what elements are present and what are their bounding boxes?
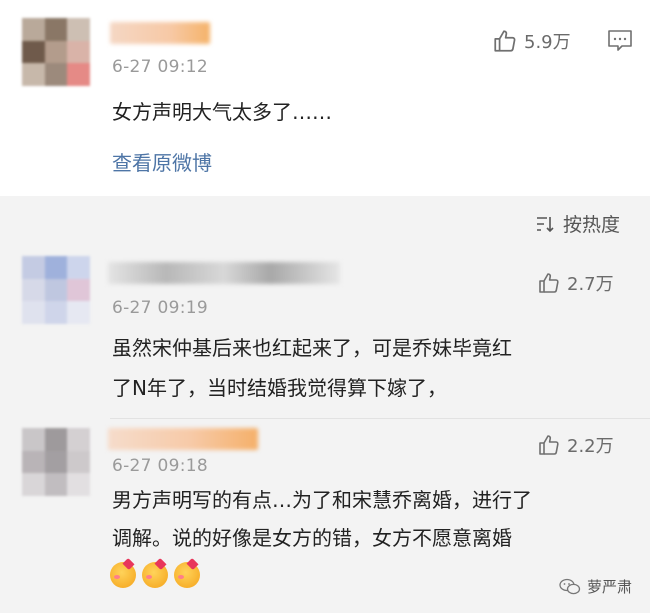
view-original-link[interactable]: 查看原微博 (112, 147, 212, 176)
comment-text-line: 调解。说的好像是女方的错，女方不愿意离婚 (112, 526, 512, 550)
like-count: 2.2万 (567, 436, 614, 457)
avatar[interactable] (22, 428, 90, 496)
comment-timestamp: 6-27 09:19 (112, 298, 208, 318)
like-button[interactable]: 2.2万 (537, 432, 614, 458)
comment-timestamp: 6-27 09:12 (112, 57, 208, 77)
comment-text-line: 男方声明写的有点…为了和宋慧乔离婚，进行了 (112, 488, 532, 512)
comment-icon[interactable] (607, 29, 633, 53)
username-blurred[interactable] (110, 22, 210, 44)
wechat-icon (559, 578, 581, 594)
emoji-row (110, 562, 206, 588)
avatar[interactable] (22, 256, 90, 324)
comment-text-line: 了N年了，当时结婚我觉得算下嫁了， (112, 376, 447, 400)
username-blurred[interactable] (108, 262, 340, 284)
like-button[interactable]: 5.9万 (492, 28, 571, 54)
sort-icon (537, 216, 554, 232)
kiss-emoji-icon (174, 562, 200, 588)
thumbs-up-icon (539, 273, 559, 293)
like-count: 2.7万 (567, 274, 614, 295)
like-count: 5.9万 (524, 32, 571, 53)
like-button[interactable]: 2.7万 (537, 270, 614, 296)
comment-text: 女方声明大气太多了…… (112, 100, 332, 124)
comment-timestamp: 6-27 09:18 (112, 456, 208, 476)
kiss-emoji-icon (110, 562, 136, 588)
kiss-emoji-icon (142, 562, 168, 588)
thumbs-up-icon (494, 30, 516, 52)
watermark: 萝严肃 (559, 576, 632, 597)
avatar[interactable] (22, 18, 90, 86)
top-comment-card: 6-27 09:12 5.9万 女方声明大气太多了…… 查看原微博 (0, 0, 650, 196)
thumbs-up-icon (539, 435, 559, 455)
divider (110, 418, 650, 419)
watermark-text: 萝严肃 (586, 578, 632, 596)
comment-text-line: 虽然宋仲基后来也红起来了，可是乔妹毕竟红 (112, 336, 512, 360)
sort-by-hot-button[interactable]: 按热度 (535, 210, 620, 237)
username-blurred[interactable] (108, 428, 258, 450)
sort-label: 按热度 (563, 214, 621, 236)
